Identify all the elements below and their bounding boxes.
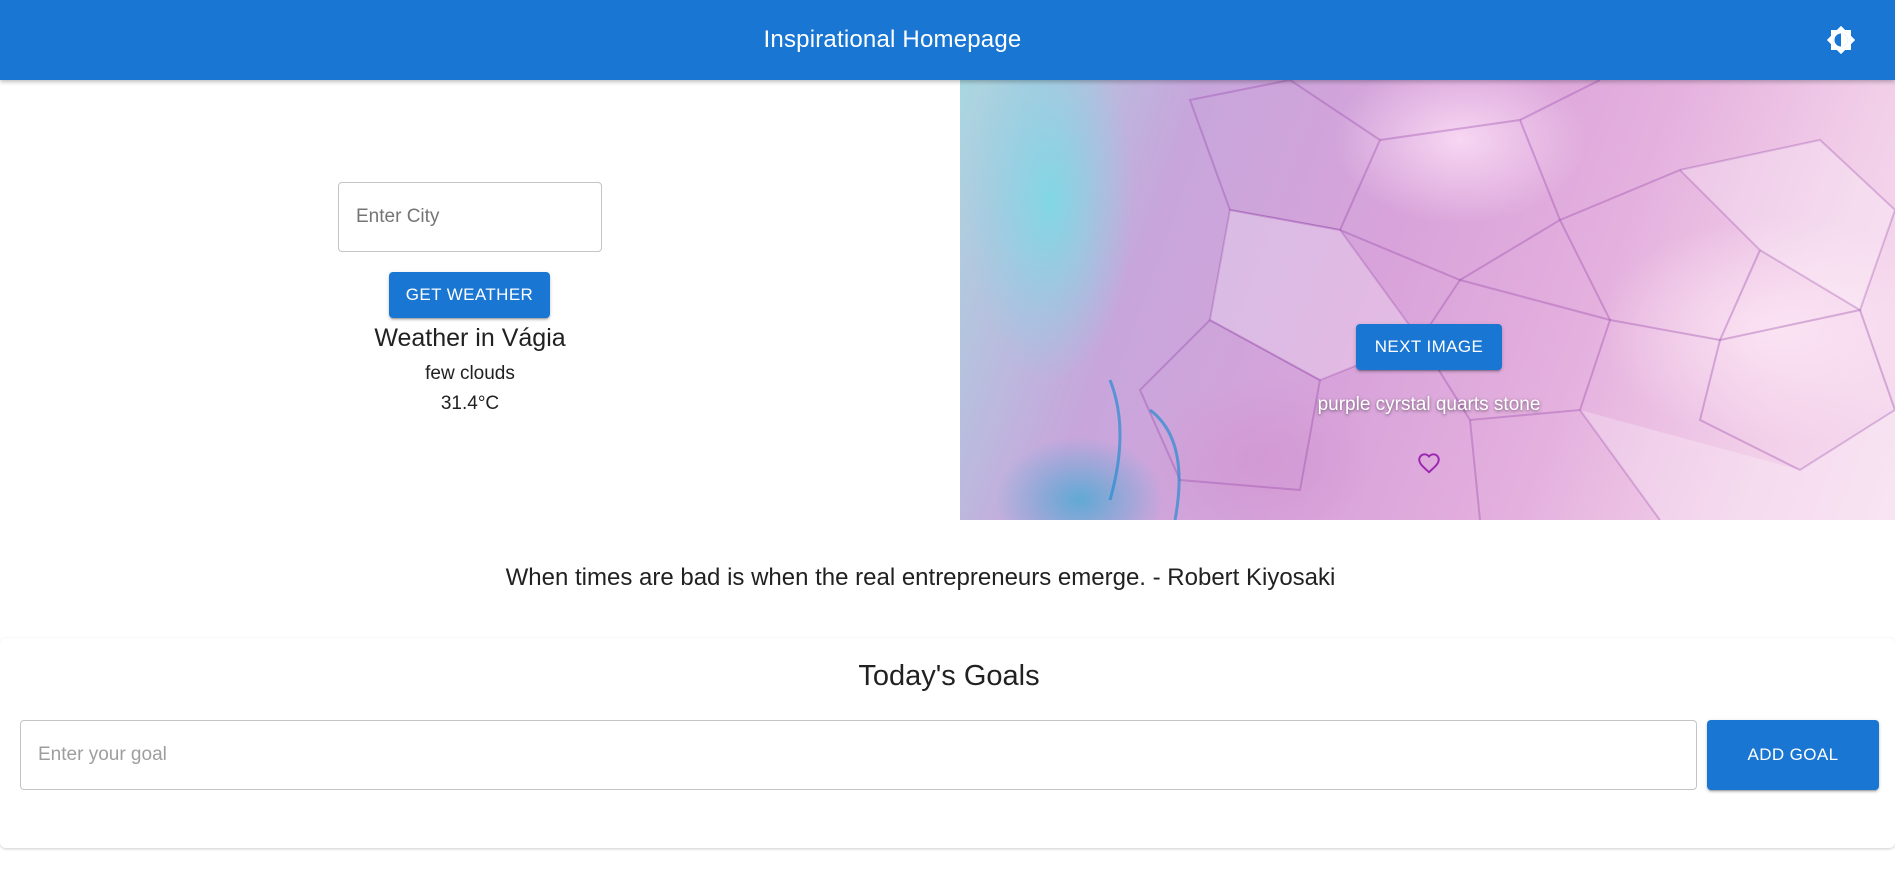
weather-description: few clouds bbox=[425, 363, 515, 384]
background-image-panel: NEXT IMAGE purple cyrstal quarts stone bbox=[960, 80, 1895, 520]
favorite-image-button[interactable] bbox=[1414, 448, 1444, 478]
quote-text: When times are bad is when the real entr… bbox=[505, 564, 1336, 591]
goals-card: Today's Goals ADD GOAL bbox=[0, 638, 1895, 848]
brightness-icon bbox=[1826, 25, 1856, 55]
app-bar: Inspirational Homepage bbox=[0, 0, 1895, 80]
weather-location-title: Weather in Vágia bbox=[374, 324, 566, 352]
add-goal-button[interactable]: ADD GOAL bbox=[1707, 720, 1879, 790]
theme-toggle-button[interactable] bbox=[1825, 24, 1857, 56]
get-weather-button[interactable]: GET WEATHER bbox=[389, 272, 550, 318]
app-title: Inspirational Homepage bbox=[763, 26, 1022, 53]
image-caption: purple cyrstal quarts stone bbox=[1317, 394, 1541, 415]
heart-outline-icon bbox=[1418, 453, 1440, 474]
goals-title: Today's Goals bbox=[858, 660, 1040, 692]
weather-panel: GET WEATHER Weather in Vágia few clouds … bbox=[0, 80, 960, 520]
next-image-button[interactable]: NEXT IMAGE bbox=[1356, 324, 1502, 370]
city-input[interactable] bbox=[338, 182, 602, 252]
goal-input[interactable] bbox=[20, 720, 1697, 790]
quote-section: When times are bad is when the real entr… bbox=[0, 564, 1895, 592]
weather-temperature: 31.4°C bbox=[440, 393, 500, 414]
